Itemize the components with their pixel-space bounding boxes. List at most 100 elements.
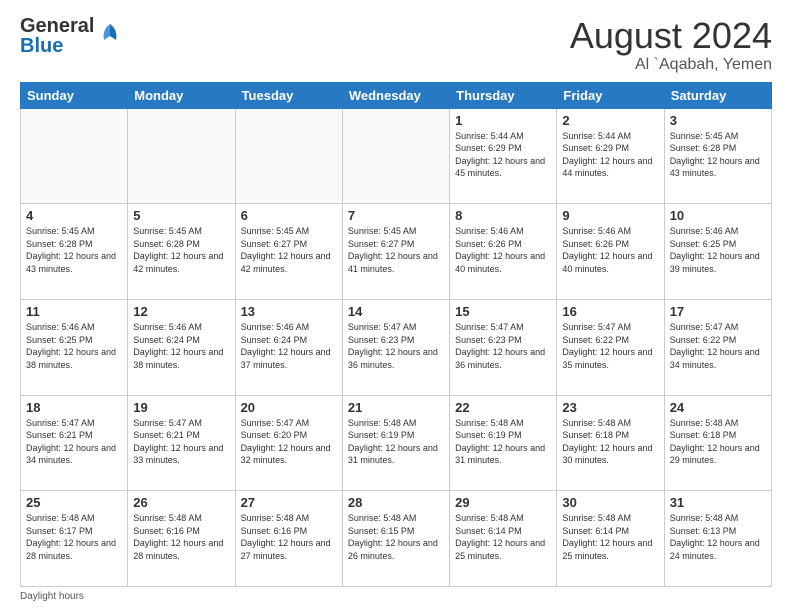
day-info: Sunrise: 5:47 AMSunset: 6:20 PMDaylight:… [241, 417, 337, 467]
day-info: Sunrise: 5:48 AMSunset: 6:17 PMDaylight:… [26, 512, 122, 562]
col-wednesday: Wednesday [342, 82, 449, 108]
day-number: 15 [455, 304, 551, 319]
calendar-cell: 8 Sunrise: 5:46 AMSunset: 6:26 PMDayligh… [450, 204, 557, 300]
day-info: Sunrise: 5:48 AMSunset: 6:16 PMDaylight:… [133, 512, 229, 562]
day-info: Sunrise: 5:48 AMSunset: 6:19 PMDaylight:… [455, 417, 551, 467]
week-row-5: 25 Sunrise: 5:48 AMSunset: 6:17 PMDaylig… [21, 491, 772, 587]
day-info: Sunrise: 5:44 AMSunset: 6:29 PMDaylight:… [562, 130, 658, 180]
day-info: Sunrise: 5:45 AMSunset: 6:27 PMDaylight:… [241, 225, 337, 275]
day-number: 5 [133, 208, 229, 223]
day-info: Sunrise: 5:48 AMSunset: 6:13 PMDaylight:… [670, 512, 766, 562]
month-title: August 2024 [570, 16, 772, 56]
day-number: 21 [348, 400, 444, 415]
calendar-cell: 24 Sunrise: 5:48 AMSunset: 6:18 PMDaylig… [664, 395, 771, 491]
calendar-table: Sunday Monday Tuesday Wednesday Thursday… [20, 82, 772, 587]
week-row-1: 1 Sunrise: 5:44 AMSunset: 6:29 PMDayligh… [21, 108, 772, 204]
day-number: 12 [133, 304, 229, 319]
day-info: Sunrise: 5:46 AMSunset: 6:25 PMDaylight:… [26, 321, 122, 371]
calendar-cell: 6 Sunrise: 5:45 AMSunset: 6:27 PMDayligh… [235, 204, 342, 300]
calendar-cell: 4 Sunrise: 5:45 AMSunset: 6:28 PMDayligh… [21, 204, 128, 300]
day-info: Sunrise: 5:47 AMSunset: 6:23 PMDaylight:… [455, 321, 551, 371]
week-row-2: 4 Sunrise: 5:45 AMSunset: 6:28 PMDayligh… [21, 204, 772, 300]
calendar-cell: 9 Sunrise: 5:46 AMSunset: 6:26 PMDayligh… [557, 204, 664, 300]
day-number: 28 [348, 495, 444, 510]
calendar-cell: 20 Sunrise: 5:47 AMSunset: 6:20 PMDaylig… [235, 395, 342, 491]
week-row-4: 18 Sunrise: 5:47 AMSunset: 6:21 PMDaylig… [21, 395, 772, 491]
day-number: 24 [670, 400, 766, 415]
calendar-cell [342, 108, 449, 204]
calendar-cell: 21 Sunrise: 5:48 AMSunset: 6:19 PMDaylig… [342, 395, 449, 491]
day-number: 11 [26, 304, 122, 319]
day-number: 3 [670, 113, 766, 128]
day-info: Sunrise: 5:47 AMSunset: 6:22 PMDaylight:… [670, 321, 766, 371]
day-number: 7 [348, 208, 444, 223]
day-number: 18 [26, 400, 122, 415]
day-number: 10 [670, 208, 766, 223]
day-info: Sunrise: 5:47 AMSunset: 6:21 PMDaylight:… [26, 417, 122, 467]
calendar-cell: 16 Sunrise: 5:47 AMSunset: 6:22 PMDaylig… [557, 299, 664, 395]
calendar-cell [21, 108, 128, 204]
day-info: Sunrise: 5:45 AMSunset: 6:27 PMDaylight:… [348, 225, 444, 275]
day-number: 9 [562, 208, 658, 223]
calendar-cell: 5 Sunrise: 5:45 AMSunset: 6:28 PMDayligh… [128, 204, 235, 300]
calendar-cell [128, 108, 235, 204]
col-monday: Monday [128, 82, 235, 108]
day-number: 8 [455, 208, 551, 223]
day-info: Sunrise: 5:44 AMSunset: 6:29 PMDaylight:… [455, 130, 551, 180]
day-info: Sunrise: 5:47 AMSunset: 6:22 PMDaylight:… [562, 321, 658, 371]
calendar-cell: 27 Sunrise: 5:48 AMSunset: 6:16 PMDaylig… [235, 491, 342, 587]
calendar-cell: 22 Sunrise: 5:48 AMSunset: 6:19 PMDaylig… [450, 395, 557, 491]
calendar-cell: 28 Sunrise: 5:48 AMSunset: 6:15 PMDaylig… [342, 491, 449, 587]
day-number: 25 [26, 495, 122, 510]
title-area: August 2024 Al `Aqabah, Yemen [570, 16, 772, 74]
logo: General Blue [20, 16, 124, 56]
calendar-cell [235, 108, 342, 204]
day-number: 2 [562, 113, 658, 128]
calendar-page: General Blue August 2024 Al `Aqabah, Yem… [0, 0, 792, 612]
location-title: Al `Aqabah, Yemen [570, 56, 772, 74]
col-thursday: Thursday [450, 82, 557, 108]
col-friday: Friday [557, 82, 664, 108]
footer-note: Daylight hours [20, 591, 772, 602]
day-info: Sunrise: 5:47 AMSunset: 6:23 PMDaylight:… [348, 321, 444, 371]
col-sunday: Sunday [21, 82, 128, 108]
day-number: 27 [241, 495, 337, 510]
day-number: 26 [133, 495, 229, 510]
day-info: Sunrise: 5:45 AMSunset: 6:28 PMDaylight:… [26, 225, 122, 275]
day-number: 30 [562, 495, 658, 510]
day-number: 14 [348, 304, 444, 319]
day-number: 13 [241, 304, 337, 319]
calendar-cell: 2 Sunrise: 5:44 AMSunset: 6:29 PMDayligh… [557, 108, 664, 204]
day-info: Sunrise: 5:48 AMSunset: 6:18 PMDaylight:… [670, 417, 766, 467]
calendar-cell: 14 Sunrise: 5:47 AMSunset: 6:23 PMDaylig… [342, 299, 449, 395]
day-number: 29 [455, 495, 551, 510]
calendar-cell: 13 Sunrise: 5:46 AMSunset: 6:24 PMDaylig… [235, 299, 342, 395]
header-row: Sunday Monday Tuesday Wednesday Thursday… [21, 82, 772, 108]
day-info: Sunrise: 5:46 AMSunset: 6:26 PMDaylight:… [455, 225, 551, 275]
calendar-cell: 1 Sunrise: 5:44 AMSunset: 6:29 PMDayligh… [450, 108, 557, 204]
day-number: 19 [133, 400, 229, 415]
calendar-cell: 30 Sunrise: 5:48 AMSunset: 6:14 PMDaylig… [557, 491, 664, 587]
calendar-cell: 29 Sunrise: 5:48 AMSunset: 6:14 PMDaylig… [450, 491, 557, 587]
day-number: 1 [455, 113, 551, 128]
day-info: Sunrise: 5:48 AMSunset: 6:19 PMDaylight:… [348, 417, 444, 467]
day-info: Sunrise: 5:48 AMSunset: 6:16 PMDaylight:… [241, 512, 337, 562]
day-number: 6 [241, 208, 337, 223]
calendar-cell: 15 Sunrise: 5:47 AMSunset: 6:23 PMDaylig… [450, 299, 557, 395]
day-number: 22 [455, 400, 551, 415]
week-row-3: 11 Sunrise: 5:46 AMSunset: 6:25 PMDaylig… [21, 299, 772, 395]
day-info: Sunrise: 5:45 AMSunset: 6:28 PMDaylight:… [670, 130, 766, 180]
day-number: 16 [562, 304, 658, 319]
day-number: 23 [562, 400, 658, 415]
calendar-cell: 17 Sunrise: 5:47 AMSunset: 6:22 PMDaylig… [664, 299, 771, 395]
day-number: 20 [241, 400, 337, 415]
calendar-cell: 12 Sunrise: 5:46 AMSunset: 6:24 PMDaylig… [128, 299, 235, 395]
day-info: Sunrise: 5:48 AMSunset: 6:15 PMDaylight:… [348, 512, 444, 562]
day-info: Sunrise: 5:46 AMSunset: 6:24 PMDaylight:… [133, 321, 229, 371]
calendar-cell: 23 Sunrise: 5:48 AMSunset: 6:18 PMDaylig… [557, 395, 664, 491]
day-info: Sunrise: 5:48 AMSunset: 6:18 PMDaylight:… [562, 417, 658, 467]
calendar-cell: 31 Sunrise: 5:48 AMSunset: 6:13 PMDaylig… [664, 491, 771, 587]
col-tuesday: Tuesday [235, 82, 342, 108]
day-info: Sunrise: 5:46 AMSunset: 6:24 PMDaylight:… [241, 321, 337, 371]
top-section: General Blue August 2024 Al `Aqabah, Yem… [20, 16, 772, 74]
